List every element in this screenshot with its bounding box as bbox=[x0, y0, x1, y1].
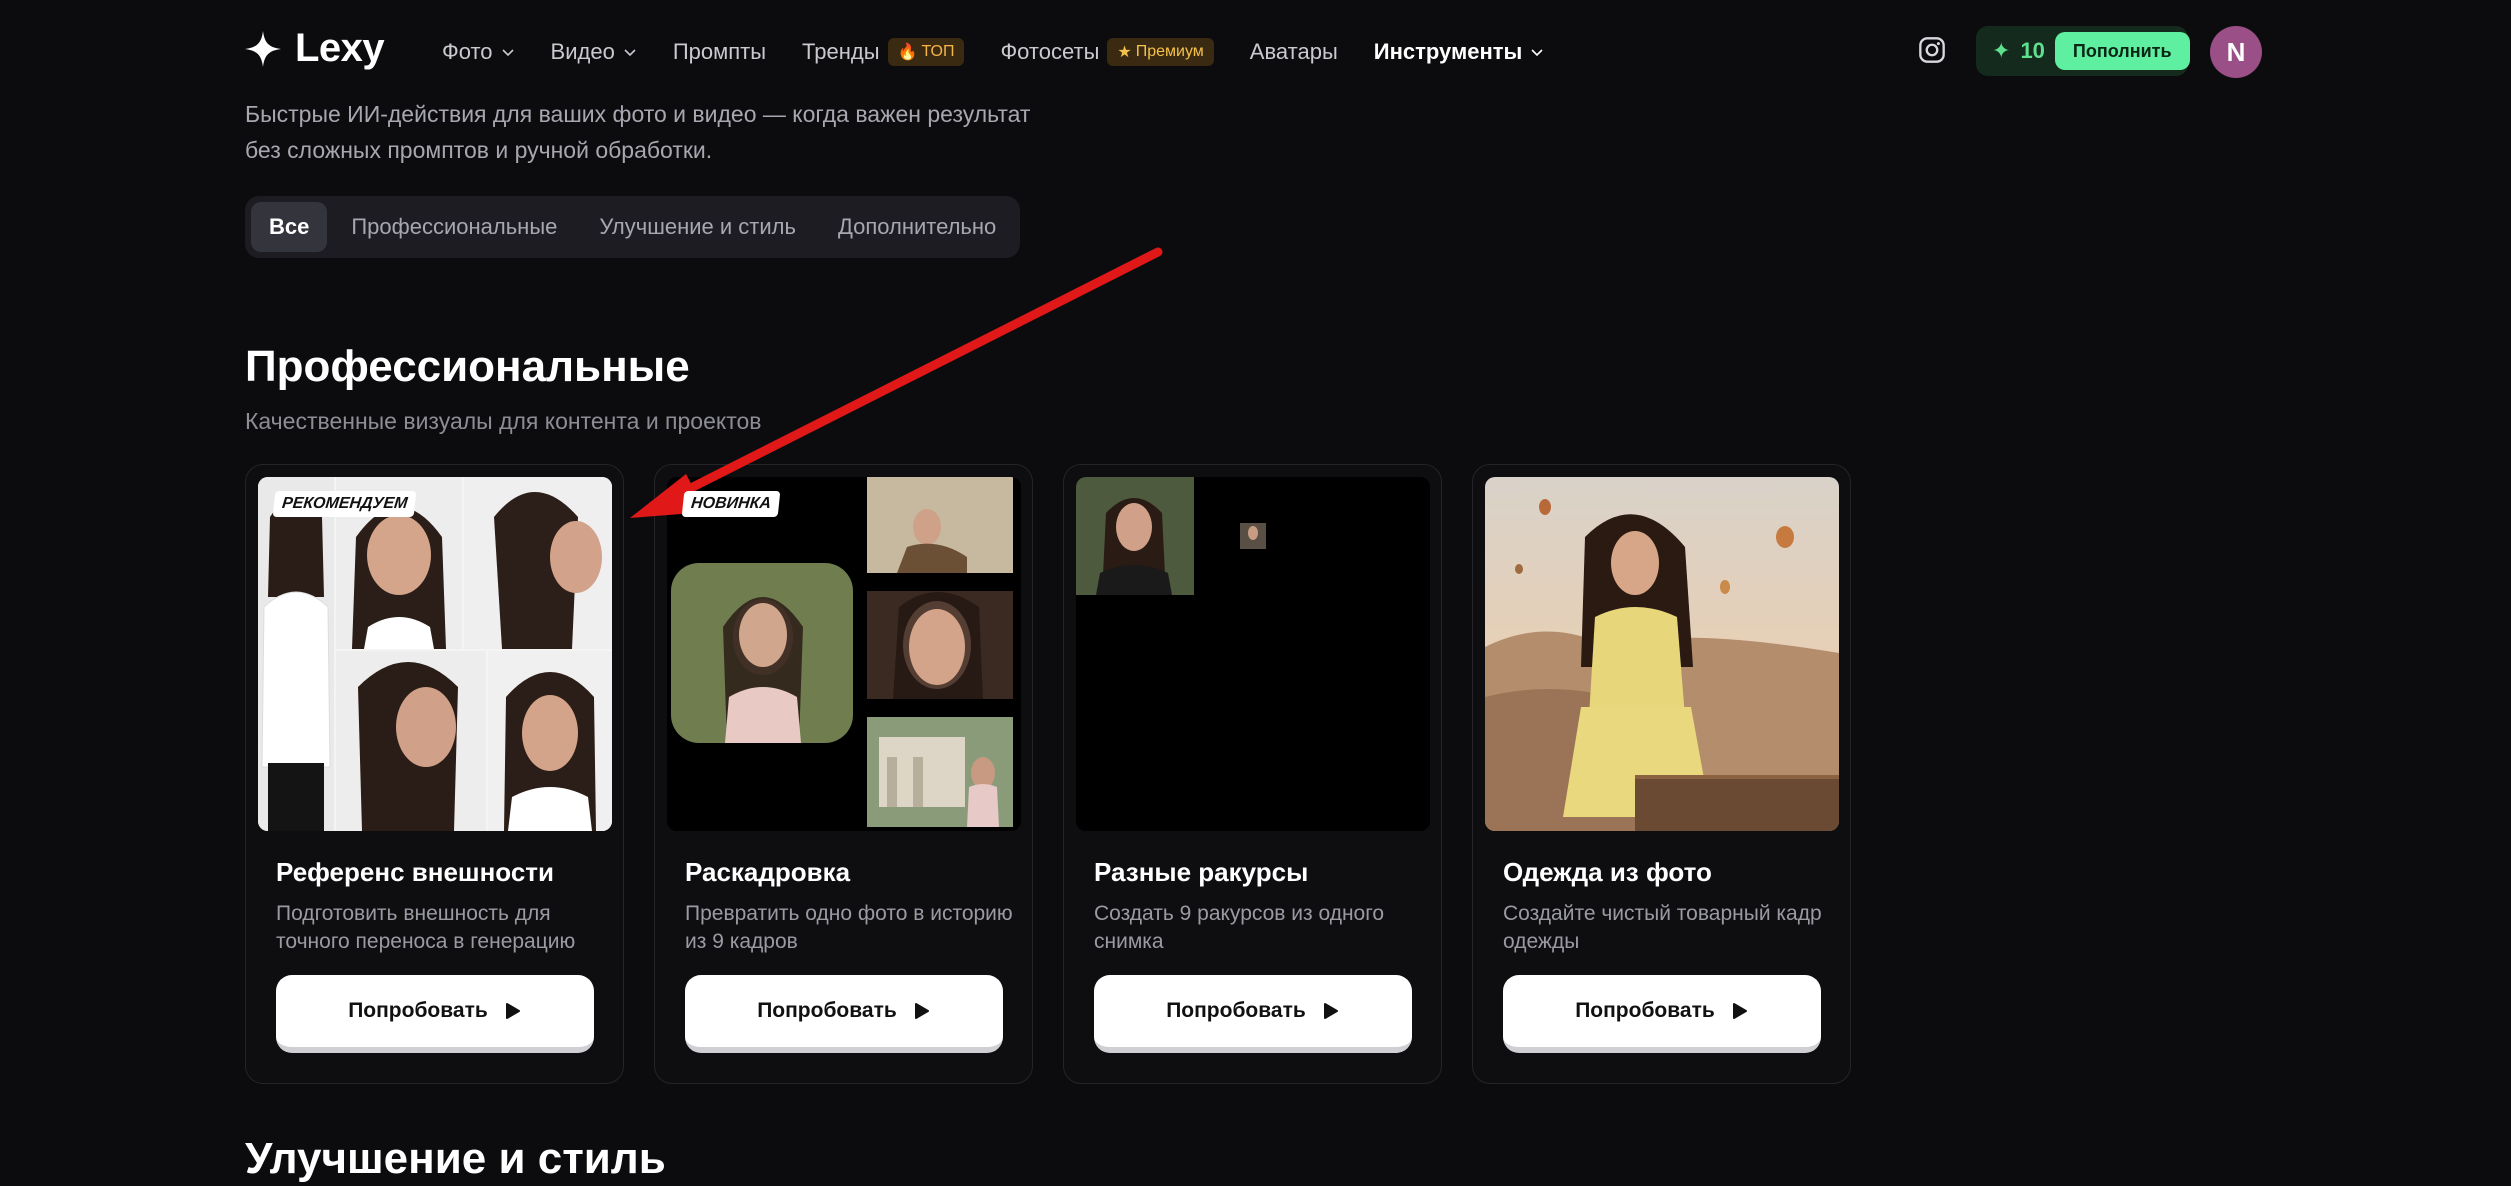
chevron-down-icon bbox=[624, 49, 636, 57]
sparkle-icon: ✦ bbox=[1992, 38, 2011, 63]
chevron-down-icon bbox=[501, 49, 514, 57]
card-title: Референс внешности bbox=[276, 857, 554, 887]
nav-label: Аватары bbox=[1249, 39, 1338, 64]
card-description: Подготовить внешность для точного перено… bbox=[276, 902, 576, 953]
main-nav: Фото Видео Промпты Тренды 🔥 ТОП Фотосеты… bbox=[442, 30, 1580, 74]
logo[interactable]: Lexy bbox=[245, 26, 385, 71]
filter-enhance-style[interactable]: Улучшение и стиль bbox=[581, 202, 814, 252]
nav-label: Инструменты bbox=[1373, 39, 1523, 64]
instagram-icon[interactable] bbox=[1918, 36, 1946, 64]
card-thumbnail bbox=[1076, 477, 1430, 831]
top-header: Lexy Фото Видео Промпты Тренды 🔥 ТОП Фот… bbox=[0, 0, 2511, 104]
nav-item-prompts[interactable]: Промпты bbox=[673, 30, 766, 74]
top-badge: 🔥 ТОП bbox=[887, 38, 965, 66]
section-title: Профессиональные bbox=[245, 342, 690, 391]
credits-count: 10 bbox=[2020, 38, 2045, 63]
star-icon: ★ bbox=[1117, 44, 1132, 61]
section-subtitle: Качественные визуалы для контента и прое… bbox=[245, 408, 762, 434]
tool-card[interactable]: НОВИНКА Раскадровка Превратить одно фото… bbox=[654, 464, 1033, 1084]
tool-card[interactable]: РЕКОМЕНДУЕМ Референс внешности Подготови… bbox=[245, 464, 624, 1084]
filter-additional[interactable]: Дополнительно bbox=[820, 202, 1014, 252]
card-title: Одежда из фото bbox=[1503, 857, 1712, 887]
intro-text: Быстрые ИИ-действия для ваших фото и вид… bbox=[245, 96, 1125, 168]
try-button-label: Попробовать bbox=[1166, 999, 1306, 1022]
play-icon bbox=[505, 1003, 520, 1019]
card-description: Создать 9 ракурсов из одного снимка bbox=[1094, 902, 1385, 953]
card-thumbnail: РЕКОМЕНДУЕМ bbox=[258, 477, 612, 831]
topup-button[interactable]: Пополнить bbox=[2054, 32, 2190, 70]
filter-all[interactable]: Все bbox=[251, 202, 328, 252]
try-button-label: Попробовать bbox=[757, 999, 897, 1022]
badge-label: ТОП bbox=[921, 43, 955, 60]
try-button[interactable]: Попробовать bbox=[685, 975, 1003, 1053]
tool-card[interactable]: Одежда из фото Создайте чистый товарный … bbox=[1472, 464, 1851, 1084]
credits-widget: ✦ 10 Пополнить bbox=[1976, 26, 2190, 76]
try-button[interactable]: Попробовать bbox=[1503, 975, 1821, 1053]
play-icon bbox=[1732, 1003, 1747, 1019]
try-button[interactable]: Попробовать bbox=[276, 975, 594, 1053]
card-description: Создайте чистый товарный кадр одежды bbox=[1503, 902, 1822, 953]
recommended-badge: РЕКОМЕНДУЕМ bbox=[272, 491, 417, 517]
intro-line: Быстрые ИИ-действия для ваших фото и вид… bbox=[245, 101, 1031, 127]
fire-icon: 🔥 bbox=[897, 44, 918, 61]
nav-item-photosets[interactable]: Фотосеты ★ Премиум bbox=[1000, 30, 1214, 74]
card-thumbnail bbox=[1485, 477, 1839, 831]
nav-label: Тренды bbox=[802, 39, 880, 64]
new-badge: НОВИНКА bbox=[681, 491, 781, 517]
nav-item-tools[interactable]: Инструменты bbox=[1374, 30, 1545, 74]
category-filter: Все Профессиональные Улучшение и стиль Д… bbox=[245, 196, 1021, 258]
play-icon bbox=[1323, 1003, 1338, 1019]
try-button[interactable]: Попробовать bbox=[1094, 975, 1412, 1053]
avatar[interactable]: N bbox=[2210, 26, 2262, 78]
clothing-photo-image bbox=[1485, 477, 1839, 831]
nav-label: Промпты bbox=[672, 39, 767, 64]
storyboard-collage-image bbox=[667, 477, 1021, 831]
card-description: Превратить одно фото в историю из 9 кадр… bbox=[685, 902, 1013, 953]
play-icon bbox=[914, 1003, 929, 1019]
next-section-title: Улучшение и стиль bbox=[245, 1134, 666, 1183]
tool-cards: РЕКОМЕНДУЕМ Референс внешности Подготови… bbox=[245, 464, 1851, 1084]
nav-label: Видео bbox=[550, 39, 615, 64]
nav-label: Фотосеты bbox=[1000, 39, 1100, 64]
logo-text: Lexy bbox=[295, 26, 385, 70]
chevron-down-icon bbox=[1531, 49, 1543, 57]
nav-item-photo[interactable]: Фото bbox=[442, 30, 515, 74]
card-title: Раскадровка bbox=[685, 857, 851, 887]
angles-preview-image bbox=[1076, 477, 1430, 831]
badge-label: Премиум bbox=[1135, 43, 1204, 60]
filter-professional[interactable]: Профессиональные bbox=[333, 202, 575, 252]
card-title: Разные ракурсы bbox=[1094, 857, 1309, 887]
nav-item-avatars[interactable]: Аватары bbox=[1250, 30, 1338, 74]
try-button-label: Попробовать bbox=[1575, 999, 1715, 1022]
nav-item-video[interactable]: Видео bbox=[551, 30, 637, 74]
intro-line: без сложных промптов и ручной обработки. bbox=[245, 137, 713, 163]
sparkle-icon bbox=[245, 30, 281, 67]
premium-badge: ★ Премиум bbox=[1107, 38, 1214, 66]
try-button-label: Попробовать bbox=[348, 999, 488, 1022]
tool-card[interactable]: Разные ракурсы Создать 9 ракурсов из одн… bbox=[1063, 464, 1442, 1084]
card-thumbnail: НОВИНКА bbox=[667, 477, 1021, 831]
nav-label: Фото bbox=[442, 39, 493, 64]
nav-item-trends[interactable]: Тренды 🔥 ТОП bbox=[802, 30, 965, 74]
reference-collage-image bbox=[258, 477, 612, 831]
